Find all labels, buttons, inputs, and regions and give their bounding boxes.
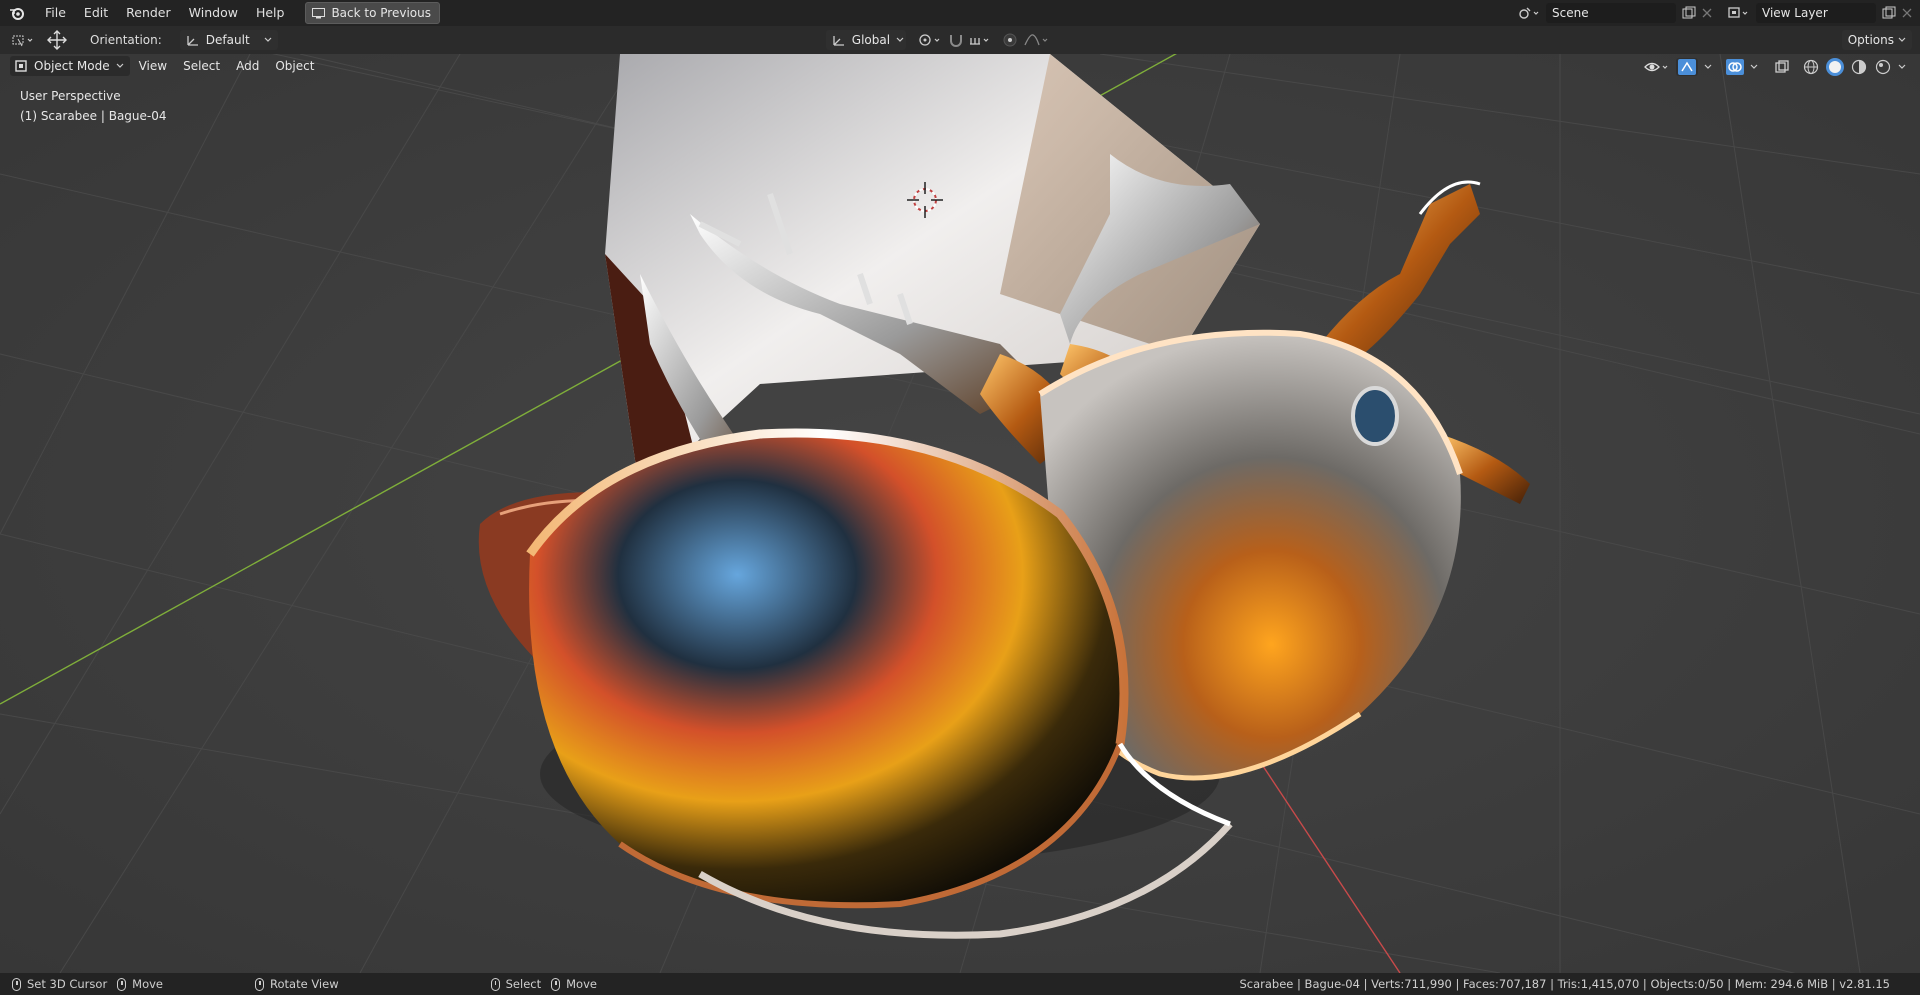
falloff-dropdown[interactable] <box>1024 30 1052 50</box>
chevron-down-icon[interactable] <box>1704 64 1712 70</box>
viewport-menu-add[interactable]: Add <box>229 56 266 76</box>
active-object-label: (1) Scarabee | Bague-04 <box>20 109 167 123</box>
orientation-axes-icon <box>186 33 200 47</box>
object-mode-label: Object Mode <box>34 59 110 73</box>
mouse-drag-icon <box>117 977 127 991</box>
solid-shading-icon[interactable] <box>1826 58 1844 76</box>
orientation-value: Default <box>205 33 250 47</box>
menu-window[interactable]: Window <box>180 2 247 24</box>
chevron-down-icon <box>264 37 272 43</box>
status-rotate-view: Rotate View <box>270 977 339 991</box>
status-middle-drag: Move <box>117 977 163 991</box>
status-move-label: Move <box>566 977 597 991</box>
status-bar: Set 3D Cursor Move Rotate View Select Mo… <box>0 973 1920 995</box>
delete-view-layer-icon[interactable] <box>1902 8 1912 18</box>
material-preview-shading-icon[interactable] <box>1850 58 1868 76</box>
status-rotate: Rotate View <box>255 977 339 991</box>
object-mode-icon <box>14 59 28 73</box>
back-to-previous-label: Back to Previous <box>331 6 431 20</box>
options-label: Options <box>1847 33 1894 47</box>
viewport-menu-view[interactable]: View <box>132 56 174 76</box>
options-dropdown[interactable]: Options <box>1841 30 1912 50</box>
move-tool[interactable] <box>46 30 68 50</box>
delete-scene-icon[interactable] <box>1702 8 1712 18</box>
global-axes-icon <box>832 33 846 47</box>
proportional-dot-icon <box>1002 32 1018 48</box>
scene-statistics: Scarabee | Bague-04 | Verts:711,990 | Fa… <box>1239 977 1890 991</box>
top-bar: File Edit Render Window Help Back to Pre… <box>0 0 1920 26</box>
transform-space-dropdown[interactable]: Global <box>825 30 906 50</box>
menu-render[interactable]: Render <box>117 2 180 24</box>
viewport-shading-controls <box>1644 58 1906 76</box>
mouse-middle-icon <box>255 977 265 991</box>
screen-icon <box>312 7 326 19</box>
view-layer-icon[interactable] <box>1728 6 1750 20</box>
mouse-right-drag-icon <box>551 977 561 991</box>
status-move: Move <box>132 977 164 991</box>
viewport-render <box>0 54 1920 973</box>
wireframe-shading-icon[interactable] <box>1802 58 1820 76</box>
menu-help[interactable]: Help <box>247 2 294 24</box>
scene-name: Scene <box>1552 6 1589 20</box>
proportional-editing-toggle[interactable] <box>1002 30 1018 50</box>
tool-settings-bar: Orientation: Default Global Options <box>0 26 1920 54</box>
tool-selector[interactable] <box>12 30 36 50</box>
status-select: Select <box>490 977 542 991</box>
mouse-left-icon <box>12 977 21 991</box>
visibility-eye-icon[interactable] <box>1644 59 1670 75</box>
scene-icon[interactable] <box>1518 6 1540 20</box>
viewport-menu-select[interactable]: Select <box>176 56 227 76</box>
orientation-dropdown[interactable]: Default <box>179 30 278 50</box>
snap-increment-icon <box>968 33 994 47</box>
viewport-menu-object[interactable]: Object <box>268 56 321 76</box>
chevron-down-icon[interactable] <box>1750 64 1758 70</box>
move-icon <box>46 29 68 51</box>
xray-toggle-icon[interactable] <box>1774 59 1790 75</box>
object-mode-dropdown[interactable]: Object Mode <box>10 56 130 76</box>
view-layer-name: View Layer <box>1762 6 1828 20</box>
new-view-layer-icon[interactable] <box>1882 6 1896 20</box>
blender-logo-icon[interactable] <box>8 4 26 22</box>
back-to-previous-button[interactable]: Back to Previous <box>305 2 440 24</box>
menu-file[interactable]: File <box>36 2 75 24</box>
mouse-right-icon <box>490 977 500 991</box>
3d-viewport[interactable]: Object Mode View Select Add Object User … <box>0 54 1920 973</box>
perspective-label: User Perspective <box>20 89 121 103</box>
menu-edit[interactable]: Edit <box>75 2 117 24</box>
orientation-label: Orientation: <box>90 33 162 47</box>
status-left-click: Set 3D Cursor <box>12 977 107 991</box>
new-scene-icon[interactable] <box>1682 6 1696 20</box>
chevron-down-icon <box>116 63 124 69</box>
select-box-icon <box>12 33 36 47</box>
overlays-icon[interactable] <box>1726 59 1744 75</box>
falloff-curve-icon <box>1024 33 1052 47</box>
status-move-right: Move <box>551 977 597 991</box>
magnet-icon <box>948 33 964 47</box>
snap-element-dropdown[interactable] <box>968 30 994 50</box>
chevron-down-icon[interactable] <box>1898 64 1906 70</box>
pivot-point-dropdown[interactable] <box>918 30 944 50</box>
top-right-controls: Scene View Layer <box>1518 3 1912 23</box>
gizmo-icon[interactable] <box>1676 58 1698 76</box>
transform-space-value: Global <box>851 33 891 47</box>
status-set-cursor: Set 3D Cursor <box>27 977 108 991</box>
pivot-icon <box>918 33 944 47</box>
snap-toggle[interactable] <box>948 30 964 50</box>
view-layer-field[interactable]: View Layer <box>1756 3 1876 23</box>
viewport-header: Object Mode View Select Add Object <box>10 56 321 76</box>
chevron-down-icon <box>896 37 904 43</box>
scene-name-field[interactable]: Scene <box>1546 3 1676 23</box>
status-select-label: Select <box>505 977 542 991</box>
rendered-shading-icon[interactable] <box>1874 58 1892 76</box>
chevron-down-icon <box>1898 37 1906 43</box>
